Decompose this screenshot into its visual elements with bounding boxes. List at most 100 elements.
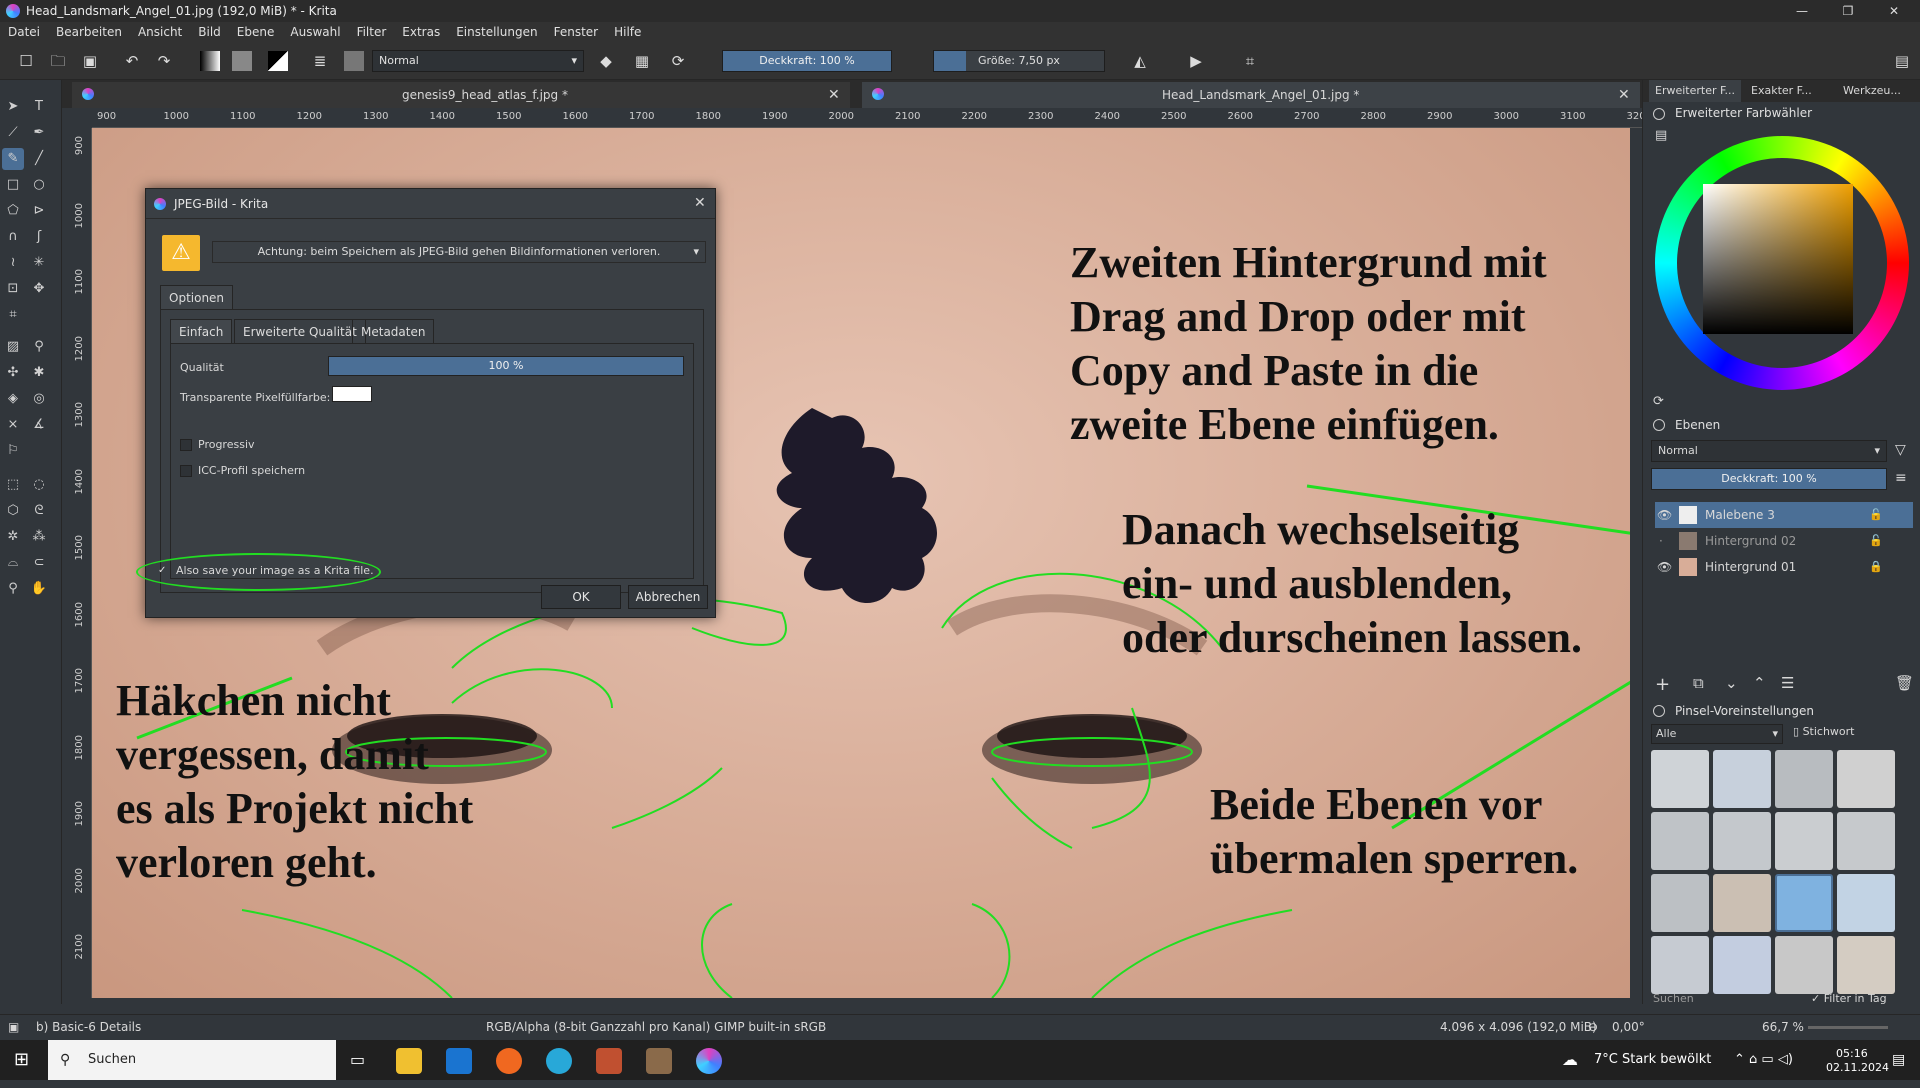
opacity-slider[interactable]: Deckkraft: 100 % <box>722 50 892 72</box>
bezier-select-tool-icon[interactable]: ⌓ <box>2 552 24 574</box>
close-tab-icon[interactable]: ✕ <box>828 82 840 108</box>
krita-file-checkbox[interactable]: ✓ <box>158 565 170 577</box>
lock-icon[interactable]: 🔓 <box>1869 502 1883 528</box>
tab-einfach[interactable]: Einfach <box>170 319 233 343</box>
pan-tool-icon[interactable]: ✋ <box>28 578 50 600</box>
move-layer-down-icon[interactable]: ⌄ <box>1725 674 1738 692</box>
color-settings-icon[interactable]: ▤ <box>1655 128 1667 143</box>
brush-pencil-5[interactable] <box>1775 936 1833 994</box>
crop-wrap-icon[interactable]: ⌗ <box>1240 51 1260 71</box>
size-slider[interactable]: Größe: 7,50 px <box>933 50 1105 72</box>
rectangle-tool-icon[interactable]: □ <box>2 174 24 196</box>
brush-pencil-6[interactable] <box>1837 936 1895 994</box>
notification-icon[interactable]: ▤ <box>1892 1040 1905 1080</box>
restore-icon[interactable]: ❐ <box>1830 0 1866 22</box>
rect-select-tool-icon[interactable]: ⬚ <box>2 474 24 496</box>
undo-icon[interactable]: ↶ <box>122 51 142 71</box>
crop-tool-icon[interactable]: ⌗ <box>2 304 24 326</box>
assistant-tool-icon[interactable]: ⨯ <box>2 414 24 436</box>
workspace-icon[interactable]: ▤ <box>1892 51 1912 71</box>
brush-search[interactable]: Suchen <box>1653 992 1694 1005</box>
alpha-lock-icon[interactable]: ▦ <box>632 51 652 71</box>
freehand-select-tool-icon[interactable]: ᘓ <box>28 500 50 522</box>
brush-filter-select[interactable]: Alle ▾ <box>1651 724 1783 744</box>
color-swap-icon[interactable] <box>268 51 288 71</box>
multibrush-tool-icon[interactable]: ✳ <box>28 252 50 274</box>
color-picker-tool-icon[interactable]: ⚲ <box>28 336 50 358</box>
filter-in-tag[interactable]: ✓ Filter in Tag <box>1811 992 1887 1005</box>
lock-icon[interactable]: 🔒 <box>1869 554 1883 580</box>
brush-pencil-2[interactable] <box>1837 812 1895 870</box>
calligraphy-tool-icon[interactable]: ✒ <box>28 122 50 144</box>
duplicate-layer-icon[interactable]: ⧉ <box>1693 674 1704 692</box>
menu-ansicht[interactable]: Ansicht <box>130 22 190 42</box>
tab-werkzeuge[interactable]: Werkzeu... <box>1835 80 1919 102</box>
ellipse-tool-icon[interactable]: ○ <box>28 174 50 196</box>
file-explorer-icon[interactable] <box>396 1048 422 1074</box>
text-tool-icon[interactable]: T <box>28 96 50 118</box>
magnetic-select-tool-icon[interactable]: ⊂ <box>28 552 50 574</box>
tab-head-landsmark[interactable]: Head_Landsmark_Angel_01.jpg * ✕ <box>862 82 1640 108</box>
edge-icon[interactable] <box>546 1048 572 1074</box>
task-view-icon[interactable]: ▭ <box>350 1040 365 1080</box>
brush-pencil-3[interactable] <box>1651 936 1709 994</box>
menu-hilfe[interactable]: Hilfe <box>606 22 649 42</box>
transform-tool-icon[interactable]: ⊡ <box>2 278 24 300</box>
tab-erweiterter-farbwaehler[interactable]: Erweiterter F... <box>1649 80 1741 102</box>
new-document-icon[interactable]: ☐ <box>16 51 36 71</box>
tray-icons[interactable]: ⌃ ⌂ ▭ ◁) <box>1734 1040 1793 1080</box>
brush-settings-icon[interactable]: ≣ <box>310 51 330 71</box>
app-icon-2[interactable] <box>646 1048 672 1074</box>
brush-pencil-1[interactable] <box>1775 812 1833 870</box>
menu-filter[interactable]: Filter <box>349 22 395 42</box>
tab-optionen[interactable]: Optionen <box>160 285 234 309</box>
gradient-tool-icon[interactable]: ▨ <box>2 336 24 358</box>
warning-dropdown[interactable]: Achtung: beim Speichern als JPEG-Bild ge… <box>212 241 706 263</box>
menu-einstellungen[interactable]: Einstellungen <box>448 22 545 42</box>
bezier-tool-icon[interactable]: ∩ <box>2 226 24 248</box>
krita-taskbar-icon[interactable] <box>696 1048 722 1074</box>
layer-filter-icon[interactable]: ▽ <box>1895 442 1906 458</box>
reload-preset-icon[interactable]: ⟳ <box>668 51 688 71</box>
cancel-button[interactable]: Abbrechen <box>628 585 708 609</box>
layer-opacity-slider[interactable]: Deckkraft: 100 % <box>1651 468 1887 490</box>
windows-start-icon[interactable]: ⊞ <box>14 1040 29 1080</box>
reference-tool-icon[interactable]: ⚐ <box>2 440 24 462</box>
redo-icon[interactable]: ↷ <box>154 51 174 71</box>
open-document-icon[interactable]: 🗀 <box>48 51 68 71</box>
brush-airbrush[interactable] <box>1837 750 1895 808</box>
freehand-path-tool-icon[interactable]: ʃ <box>28 226 50 248</box>
freehand-brush-tool-icon[interactable]: ✎ <box>2 148 24 170</box>
app-icon-1[interactable] <box>596 1048 622 1074</box>
brush-tag-button[interactable]: ▯ Stichwort <box>1793 725 1855 738</box>
close-tab-icon[interactable]: ✕ <box>1618 82 1630 108</box>
mirror-vertical-icon[interactable]: ▶ <box>1186 51 1206 71</box>
brush-preset-icon[interactable] <box>344 51 364 71</box>
delete-layer-icon[interactable]: 🗑 <box>1895 674 1914 692</box>
tab-exakter-farbwaehler[interactable]: Exakter F... <box>1743 80 1833 102</box>
move-tool-icon[interactable]: ✥ <box>28 278 50 300</box>
smart-patch-tool-icon[interactable]: ✱ <box>28 362 50 384</box>
brush-basic-1[interactable] <box>1651 874 1709 932</box>
icc-checkbox[interactable] <box>180 465 192 477</box>
layer-row-hintergrund01[interactable]: 👁 Hintergrund 01 🔒 <box>1655 554 1913 580</box>
menu-auswahl[interactable]: Auswahl <box>282 22 348 42</box>
add-layer-icon[interactable]: + <box>1655 674 1670 695</box>
quality-slider[interactable]: 100 % <box>328 356 684 376</box>
line-tool-icon[interactable]: ╱ <box>28 148 50 170</box>
blend-mode-select[interactable]: Normal ▾ <box>372 50 584 72</box>
brush-pencil-4[interactable] <box>1713 936 1771 994</box>
menu-extras[interactable]: Extras <box>394 22 448 42</box>
layer-properties-icon[interactable]: ☰ <box>1781 674 1794 692</box>
layer-blend-select[interactable]: Normal ▾ <box>1651 440 1887 462</box>
rotation-icon[interactable]: ⊖ <box>1588 1015 1598 1039</box>
brush-ink-1[interactable] <box>1651 812 1709 870</box>
mirror-horizontal-icon[interactable]: ◭ <box>1130 51 1150 71</box>
menu-datei[interactable]: Datei <box>0 22 48 42</box>
visibility-icon[interactable]: 👁 <box>1657 554 1672 580</box>
hidden-icon[interactable]: · <box>1659 528 1663 554</box>
refresh-color-icon[interactable]: ⟳ <box>1653 394 1664 409</box>
minimize-icon[interactable]: — <box>1784 0 1820 22</box>
ok-button[interactable]: OK <box>541 585 621 609</box>
menu-fenster[interactable]: Fenster <box>546 22 607 42</box>
